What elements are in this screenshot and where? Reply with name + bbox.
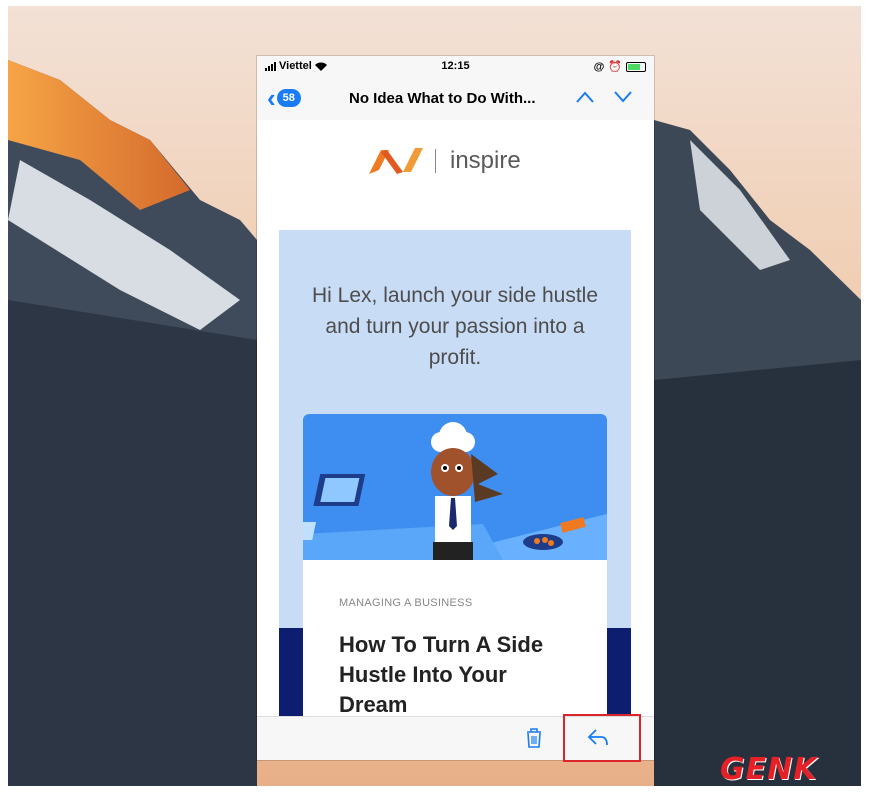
back-button[interactable]: ‹ 58 xyxy=(267,83,301,113)
status-bar: Viettel 12:15 @ ⏰ xyxy=(257,56,654,78)
article-title[interactable]: How To Turn A Side Hustle Into Your Drea… xyxy=(339,630,569,716)
newsletter-panel: Hi Lex, launch your side hustle and turn… xyxy=(279,230,631,716)
chevron-up-icon[interactable] xyxy=(575,90,595,104)
namecheap-logo-icon xyxy=(369,148,423,174)
alarm-icon: ⏰ xyxy=(608,61,622,73)
email-app-screen: Viettel 12:15 @ ⏰ ‹ 58 No Idea What to D… xyxy=(257,56,654,760)
trash-icon[interactable] xyxy=(525,727,543,749)
chef-hedgehog-illustration xyxy=(303,414,607,560)
logo-text: inspire xyxy=(450,147,521,174)
email-body[interactable]: inspire Hi Lex, launch your side hustle … xyxy=(257,120,654,716)
newsletter-logo: inspire xyxy=(367,146,521,176)
reply-highlight-box xyxy=(563,714,641,762)
lock-rotation-icon: @ xyxy=(593,60,605,73)
battery-icon xyxy=(626,61,646,72)
chevron-down-icon[interactable] xyxy=(613,90,633,104)
article-card[interactable]: MANAGING A BUSINESS How To Turn A Side H… xyxy=(303,414,607,716)
navigation-bar: ‹ 58 No Idea What to Do With... xyxy=(257,78,654,121)
footer-band-left xyxy=(279,628,303,716)
greeting-text: Hi Lex, launch your side hustle and turn… xyxy=(312,284,598,369)
article-category: MANAGING A BUSINESS xyxy=(339,597,473,609)
footer-band-right xyxy=(607,628,631,716)
genk-watermark: GENK xyxy=(720,752,818,787)
unread-count-badge: 58 xyxy=(276,89,301,107)
email-subject-title: No Idea What to Do With... xyxy=(349,90,536,107)
back-chevron-icon: ‹ xyxy=(267,83,276,113)
